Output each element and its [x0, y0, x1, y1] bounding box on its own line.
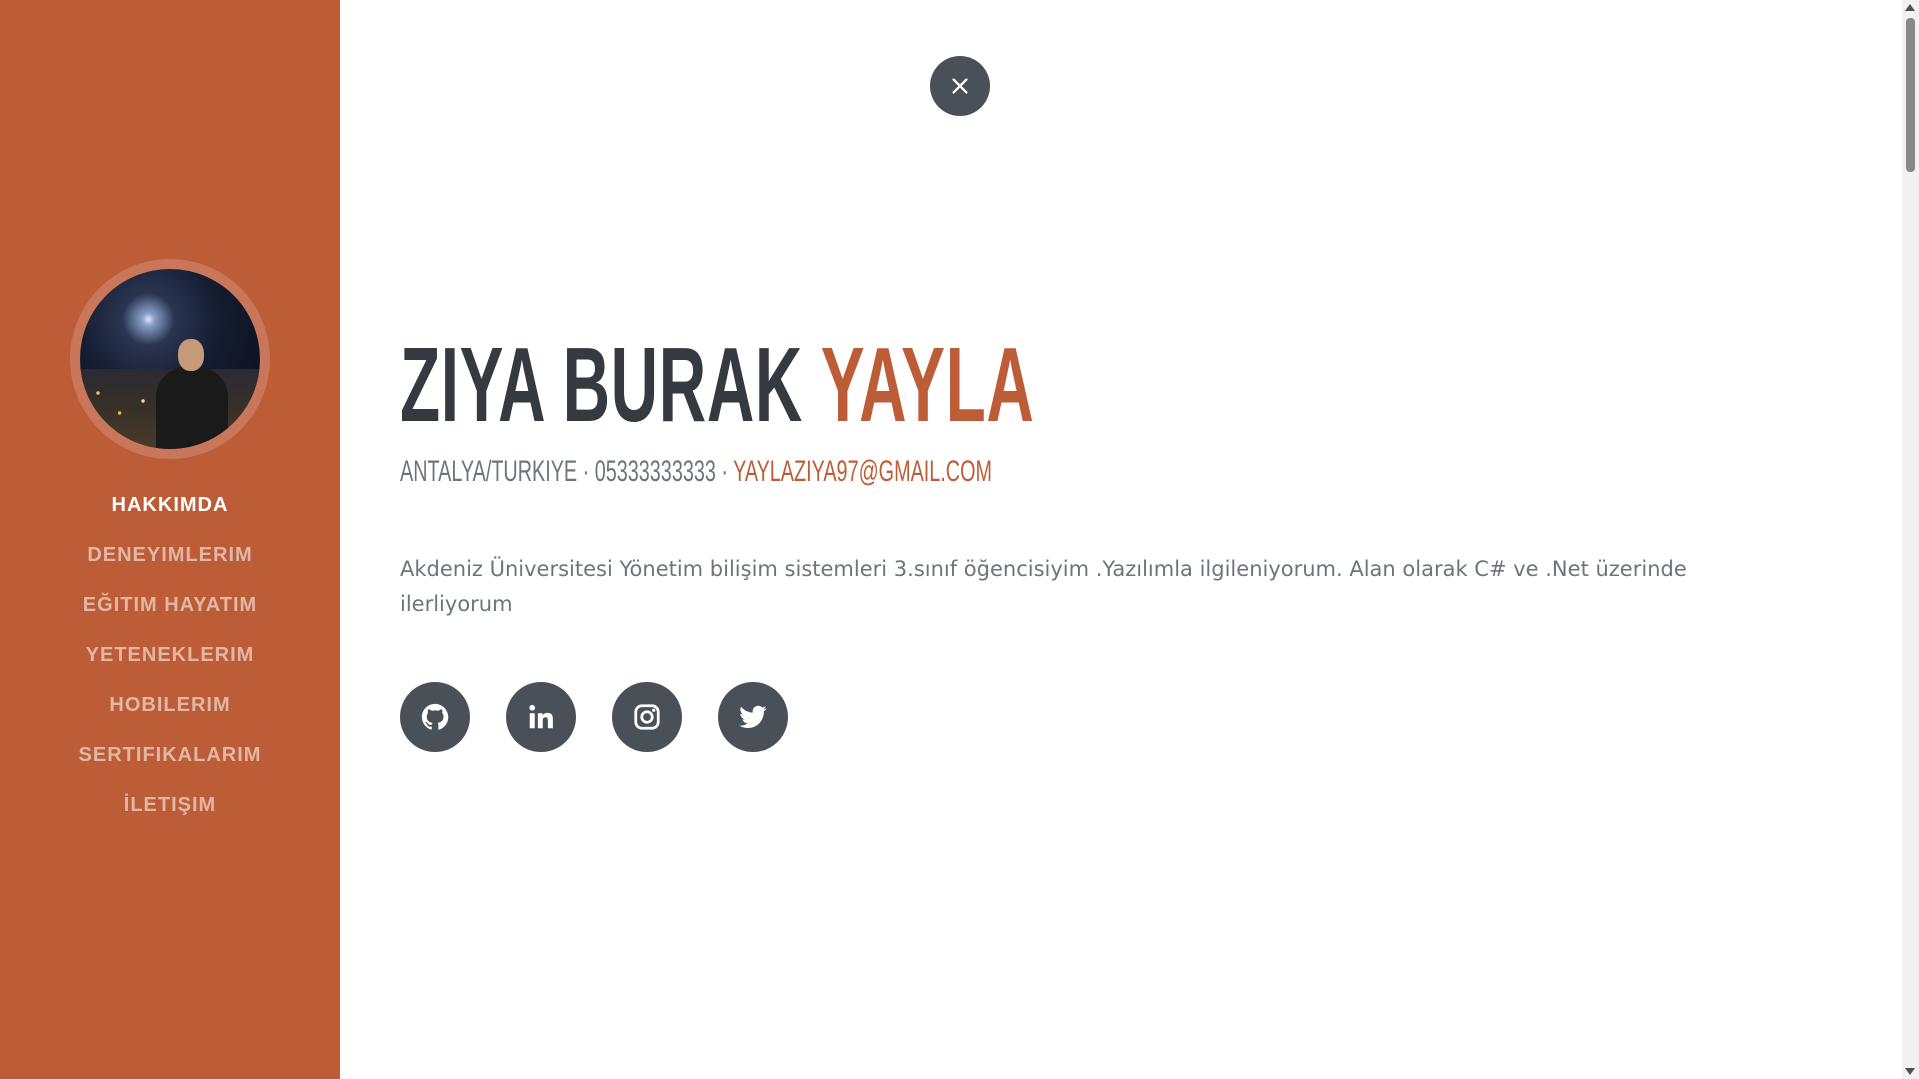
nav-item-egitim-hayatim[interactable]: EĞITIM HAYATIM — [0, 588, 340, 638]
linkedin-icon — [529, 704, 553, 729]
separator: · — [577, 455, 595, 488]
nav-item-iletisim[interactable]: İLETIŞIM — [0, 788, 340, 838]
last-name: YAYLA — [820, 326, 1035, 444]
contact-line: ANTALYA/TURKIYE · 05333333333 · YAYLAZIY… — [400, 452, 992, 492]
page-title: ZIYA BURAK YAYLA — [400, 330, 1034, 440]
linkedin-button[interactable] — [506, 682, 576, 752]
github-icon — [421, 703, 449, 730]
close-icon — [952, 78, 968, 94]
separator: · — [715, 455, 734, 488]
twitter-button[interactable] — [718, 682, 788, 752]
nav-item-sertifikalarim[interactable]: SERTIFIKALARIM — [0, 738, 340, 788]
profile-photo — [80, 269, 260, 449]
location: ANTALYA/TURKIYE — [400, 455, 578, 488]
nav-item-hakkimda[interactable]: HAKKIMDA — [0, 488, 340, 538]
instagram-icon — [634, 704, 660, 730]
avatar[interactable] — [70, 259, 270, 459]
about-text: Akdeniz Üniversitesi Yönetim bilişim sis… — [400, 557, 1687, 616]
instagram-button[interactable] — [612, 682, 682, 752]
scroll-up-arrow-icon[interactable] — [1905, 4, 1915, 11]
sidebar: HAKKIMDA DENEYIMLERIM EĞITIM HAYATIM YET… — [0, 0, 340, 1079]
phone: 05333333333 — [594, 455, 716, 488]
sidebar-nav: HAKKIMDA DENEYIMLERIM EĞITIM HAYATIM YET… — [0, 488, 340, 838]
twitter-icon — [739, 705, 767, 728]
email-link[interactable]: YAYLAZIYA97@GMAIL.COM — [733, 455, 992, 488]
github-button[interactable] — [400, 682, 470, 752]
scrollbar[interactable] — [1902, 0, 1919, 1079]
nav-item-yeteneklerim[interactable]: YETENEKLERIM — [0, 638, 340, 688]
first-name: ZIYA BURAK — [400, 326, 803, 444]
social-links — [400, 682, 788, 752]
scroll-thumb[interactable] — [1906, 18, 1915, 172]
scroll-down-arrow-icon[interactable] — [1905, 1068, 1915, 1075]
close-button[interactable] — [930, 56, 990, 116]
nav-item-hobilerim[interactable]: HOBILERIM — [0, 688, 340, 738]
nav-item-deneyimlerim[interactable]: DENEYIMLERIM — [0, 538, 340, 588]
